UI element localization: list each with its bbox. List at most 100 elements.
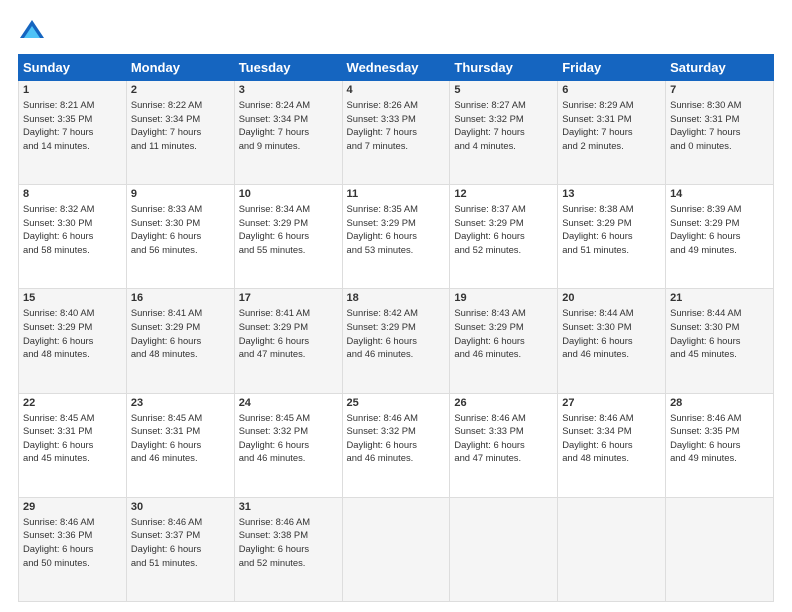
page: SundayMondayTuesdayWednesdayThursdayFrid… <box>0 0 792 612</box>
day-detail: Sunrise: 8:46 AM Sunset: 3:37 PM Dayligh… <box>131 515 230 570</box>
calendar-table: SundayMondayTuesdayWednesdayThursdayFrid… <box>18 54 774 602</box>
day-cell: 25 Sunrise: 8:46 AM Sunset: 3:32 PM Dayli… <box>342 393 450 497</box>
day-number: 10 <box>239 188 338 200</box>
day-cell: 3 Sunrise: 8:24 AM Sunset: 3:34 PM Daylig… <box>234 81 342 185</box>
day-detail: Sunrise: 8:44 AM Sunset: 3:30 PM Dayligh… <box>562 306 661 361</box>
day-number: 18 <box>347 292 446 304</box>
day-detail: Sunrise: 8:33 AM Sunset: 3:30 PM Dayligh… <box>131 202 230 257</box>
day-cell: 4Sunrise: 8:26 AM Sunset: 3:33 PM Daylig… <box>342 81 450 185</box>
week-row-1: 1 Sunrise: 8:21 AM Sunset: 3:35 PM Daylig… <box>19 81 774 185</box>
day-cell: 1 Sunrise: 8:21 AM Sunset: 3:35 PM Daylig… <box>19 81 127 185</box>
day-cell: 13 Sunrise: 8:38 AM Sunset: 3:29 PM Dayli… <box>558 185 666 289</box>
day-cell: 24Sunrise: 8:45 AM Sunset: 3:32 PM Dayli… <box>234 393 342 497</box>
day-cell: 26Sunrise: 8:46 AM Sunset: 3:33 PM Dayli… <box>450 393 558 497</box>
day-cell: 17Sunrise: 8:41 AM Sunset: 3:29 PM Dayli… <box>234 289 342 393</box>
day-number: 28 <box>670 397 769 409</box>
day-cell: 6 Sunrise: 8:29 AM Sunset: 3:31 PM Daylig… <box>558 81 666 185</box>
day-number: 1 <box>23 84 122 96</box>
day-number: 17 <box>239 292 338 304</box>
day-number: 30 <box>131 501 230 513</box>
day-header-sunday: Sunday <box>19 55 127 81</box>
day-detail: Sunrise: 8:45 AM Sunset: 3:31 PM Dayligh… <box>131 411 230 466</box>
day-number: 29 <box>23 501 122 513</box>
day-detail: Sunrise: 8:46 AM Sunset: 3:34 PM Dayligh… <box>562 411 661 466</box>
day-cell: 10 Sunrise: 8:34 AM Sunset: 3:29 PM Dayli… <box>234 185 342 289</box>
day-number: 22 <box>23 397 122 409</box>
day-number: 13 <box>562 188 661 200</box>
day-cell: 9 Sunrise: 8:33 AM Sunset: 3:30 PM Daylig… <box>126 185 234 289</box>
day-detail: Sunrise: 8:35 AM Sunset: 3:29 PM Dayligh… <box>347 202 446 257</box>
day-cell: 22Sunrise: 8:45 AM Sunset: 3:31 PM Dayli… <box>19 393 127 497</box>
day-number: 27 <box>562 397 661 409</box>
day-number: 16 <box>131 292 230 304</box>
day-cell: 18Sunrise: 8:42 AM Sunset: 3:29 PM Dayli… <box>342 289 450 393</box>
day-detail: Sunrise: 8:32 AM Sunset: 3:30 PM Dayligh… <box>23 202 122 257</box>
day-number: 8 <box>23 188 122 200</box>
day-cell <box>342 497 450 601</box>
day-cell: 28 Sunrise: 8:46 AM Sunset: 3:35 PM Dayli… <box>666 393 774 497</box>
day-cell <box>558 497 666 601</box>
day-cell: 2 Sunrise: 8:22 AM Sunset: 3:34 PM Daylig… <box>126 81 234 185</box>
day-detail: Sunrise: 8:39 AM Sunset: 3:29 PM Dayligh… <box>670 202 769 257</box>
day-detail: Sunrise: 8:46 AM Sunset: 3:35 PM Dayligh… <box>670 411 769 466</box>
day-number: 20 <box>562 292 661 304</box>
day-cell: 30 Sunrise: 8:46 AM Sunset: 3:37 PM Dayli… <box>126 497 234 601</box>
day-number: 9 <box>131 188 230 200</box>
day-detail: Sunrise: 8:38 AM Sunset: 3:29 PM Dayligh… <box>562 202 661 257</box>
day-header-row: SundayMondayTuesdayWednesdayThursdayFrid… <box>19 55 774 81</box>
day-number: 4 <box>347 84 446 96</box>
day-detail: Sunrise: 8:46 AM Sunset: 3:38 PM Dayligh… <box>239 515 338 570</box>
day-header-monday: Monday <box>126 55 234 81</box>
day-cell <box>666 497 774 601</box>
day-cell: 19 Sunrise: 8:43 AM Sunset: 3:29 PM Dayli… <box>450 289 558 393</box>
day-number: 12 <box>454 188 553 200</box>
day-number: 25 <box>347 397 446 409</box>
day-header-thursday: Thursday <box>450 55 558 81</box>
day-cell: 14 Sunrise: 8:39 AM Sunset: 3:29 PM Dayli… <box>666 185 774 289</box>
day-detail: Sunrise: 8:37 AM Sunset: 3:29 PM Dayligh… <box>454 202 553 257</box>
day-cell: 11 Sunrise: 8:35 AM Sunset: 3:29 PM Dayli… <box>342 185 450 289</box>
day-cell: 12 Sunrise: 8:37 AM Sunset: 3:29 PM Dayli… <box>450 185 558 289</box>
day-cell: 27 Sunrise: 8:46 AM Sunset: 3:34 PM Dayli… <box>558 393 666 497</box>
day-cell: 16Sunrise: 8:41 AM Sunset: 3:29 PM Dayli… <box>126 289 234 393</box>
day-header-friday: Friday <box>558 55 666 81</box>
day-number: 19 <box>454 292 553 304</box>
day-cell: 5 Sunrise: 8:27 AM Sunset: 3:32 PM Daylig… <box>450 81 558 185</box>
day-number: 11 <box>347 188 446 200</box>
day-detail: Sunrise: 8:46 AM Sunset: 3:32 PM Dayligh… <box>347 411 446 466</box>
day-header-saturday: Saturday <box>666 55 774 81</box>
day-number: 6 <box>562 84 661 96</box>
day-number: 7 <box>670 84 769 96</box>
day-cell <box>450 497 558 601</box>
day-number: 14 <box>670 188 769 200</box>
day-detail: Sunrise: 8:34 AM Sunset: 3:29 PM Dayligh… <box>239 202 338 257</box>
day-cell: 31 Sunrise: 8:46 AM Sunset: 3:38 PM Dayli… <box>234 497 342 601</box>
day-detail: Sunrise: 8:30 AM Sunset: 3:31 PM Dayligh… <box>670 98 769 153</box>
day-detail: Sunrise: 8:21 AM Sunset: 3:35 PM Dayligh… <box>23 98 122 153</box>
day-number: 31 <box>239 501 338 513</box>
day-number: 2 <box>131 84 230 96</box>
day-cell: 29 Sunrise: 8:46 AM Sunset: 3:36 PM Dayli… <box>19 497 127 601</box>
day-cell: 21 Sunrise: 8:44 AM Sunset: 3:30 PM Dayli… <box>666 289 774 393</box>
week-row-4: 22 Sunrise: 8:45 AM Sunset: 3:31 PM Dayli… <box>19 393 774 497</box>
day-detail: Sunrise: 8:27 AM Sunset: 3:32 PM Dayligh… <box>454 98 553 153</box>
day-detail: Sunrise: 8:46 AM Sunset: 3:36 PM Dayligh… <box>23 515 122 570</box>
day-header-wednesday: Wednesday <box>342 55 450 81</box>
day-detail: Sunrise: 8:22 AM Sunset: 3:34 PM Dayligh… <box>131 98 230 153</box>
day-cell: 23Sunrise: 8:45 AM Sunset: 3:31 PM Dayli… <box>126 393 234 497</box>
day-detail: Sunrise: 8:24 AM Sunset: 3:34 PM Dayligh… <box>239 98 338 153</box>
day-number: 5 <box>454 84 553 96</box>
day-cell: 8 Sunrise: 8:32 AM Sunset: 3:30 PM Daylig… <box>19 185 127 289</box>
week-row-2: 8 Sunrise: 8:32 AM Sunset: 3:30 PM Daylig… <box>19 185 774 289</box>
day-number: 15 <box>23 292 122 304</box>
day-cell: 20 Sunrise: 8:44 AM Sunset: 3:30 PM Dayli… <box>558 289 666 393</box>
logo <box>18 18 50 46</box>
day-number: 3 <box>239 84 338 96</box>
day-detail: Sunrise: 8:46 AM Sunset: 3:33 PM Dayligh… <box>454 411 553 466</box>
day-detail: Sunrise: 8:40 AM Sunset: 3:29 PM Dayligh… <box>23 306 122 361</box>
day-detail: Sunrise: 8:43 AM Sunset: 3:29 PM Dayligh… <box>454 306 553 361</box>
day-detail: Sunrise: 8:29 AM Sunset: 3:31 PM Dayligh… <box>562 98 661 153</box>
day-detail: Sunrise: 8:44 AM Sunset: 3:30 PM Dayligh… <box>670 306 769 361</box>
day-number: 21 <box>670 292 769 304</box>
day-cell: 7 Sunrise: 8:30 AM Sunset: 3:31 PM Daylig… <box>666 81 774 185</box>
